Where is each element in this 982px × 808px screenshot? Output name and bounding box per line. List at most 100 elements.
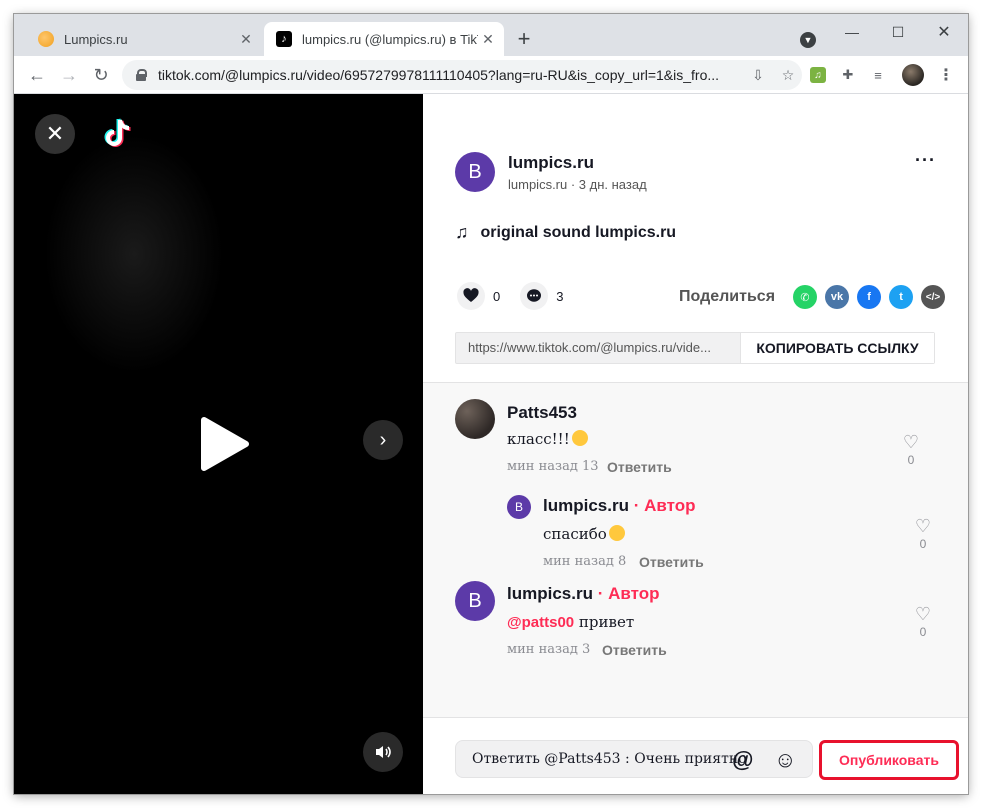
- new-tab-icon[interactable]: +: [512, 28, 536, 52]
- facebook-icon[interactable]: f: [857, 285, 882, 309]
- window-close-icon[interactable]: ✕: [922, 18, 966, 46]
- url-text: tiktok.com/@lumpics.ru/video/69572799781…: [158, 67, 720, 83]
- tab-close-icon[interactable]: ✕: [236, 29, 256, 49]
- commenter-avatar[interactable]: [455, 399, 495, 439]
- post-author: B lumpics.ru lumpics.ru · 3 дн. назад: [455, 152, 647, 192]
- commenter-avatar[interactable]: B: [507, 495, 531, 519]
- tiktok-favicon-icon: ♪: [276, 31, 292, 47]
- play-icon[interactable]: [200, 416, 250, 472]
- smiling-hearts-emoji-icon: [571, 430, 588, 446]
- mention-at-icon[interactable]: @: [732, 747, 753, 773]
- comment-reply-item: B lumpics.ru · Автор спасибо мин назад 8…: [423, 477, 968, 571]
- details-panel: B lumpics.ru lumpics.ru · 3 дн. назад ··…: [423, 94, 968, 794]
- tab-lumpics[interactable]: Lumpics.ru ✕: [26, 22, 262, 56]
- comment-text: класс!!!: [507, 430, 588, 448]
- tab-tiktok[interactable]: ♪ lumpics.ru (@lumpics.ru) в TikTok ✕: [264, 22, 504, 56]
- comment-input-value: Ответить @Patts453 : Очень приятно: [472, 751, 747, 767]
- comment-like[interactable]: ♡ 0: [911, 605, 935, 639]
- volume-icon[interactable]: [363, 732, 403, 772]
- comment-button[interactable]: [520, 282, 549, 310]
- video-frame-glow: [44, 134, 224, 374]
- comments-list[interactable]: Patts453 класс!!! мин назад 13 Ответить …: [423, 382, 968, 717]
- lock-icon: [136, 69, 147, 81]
- music-extension-icon[interactable]: ♫: [810, 67, 826, 83]
- commenter-name[interactable]: lumpics.ru · Автор: [543, 496, 695, 516]
- emoji-smile-icon[interactable]: ☺: [774, 747, 796, 773]
- heart-outline-icon: ♡: [914, 604, 932, 624]
- comment-like-count: 0: [919, 537, 927, 551]
- tab-search-icon[interactable]: ▼: [800, 32, 816, 48]
- more-options-icon[interactable]: ···: [915, 150, 936, 171]
- menu-kebab-icon[interactable]: ⋮: [938, 67, 954, 84]
- author-tag: · Автор: [597, 584, 660, 603]
- comment-text: спасибо: [543, 525, 625, 543]
- comment-text-body: класс!!!: [507, 430, 570, 448]
- back-icon[interactable]: ←: [24, 62, 50, 88]
- commenter-name-text: lumpics.ru: [543, 496, 629, 515]
- publish-button[interactable]: Опубликовать: [819, 740, 959, 780]
- author-name[interactable]: lumpics.ru: [508, 153, 647, 173]
- tab-title: Lumpics.ru: [64, 31, 128, 47]
- grinning-emoji-icon: [608, 525, 625, 541]
- commenter-name-text: lumpics.ru: [507, 584, 593, 603]
- media-control-icon[interactable]: ≡: [870, 67, 886, 83]
- heart-outline-icon: ♡: [914, 516, 932, 536]
- forward-icon[interactable]: →: [56, 62, 82, 88]
- video-player[interactable]: ✕ ›: [14, 94, 423, 794]
- twitter-icon[interactable]: t: [889, 285, 914, 309]
- minimize-icon[interactable]: —: [830, 18, 874, 46]
- next-video-icon[interactable]: ›: [363, 420, 403, 460]
- embed-icon[interactable]: </>: [921, 285, 946, 309]
- author-tag: · Автор: [633, 496, 696, 515]
- heart-outline-icon: ♡: [902, 432, 920, 452]
- share-row: Поделиться ✆ vk f t </>: [679, 285, 946, 309]
- profile-avatar[interactable]: [902, 64, 924, 86]
- comment-composer: Ответить @Patts453 : Очень приятно @ ☺ О…: [423, 717, 968, 794]
- comment-text-body: привет: [574, 613, 635, 631]
- reply-button[interactable]: Ответить: [639, 554, 704, 570]
- author-avatar[interactable]: B: [455, 152, 495, 192]
- sound-link[interactable]: ♫ original sound lumpics.ru: [455, 222, 676, 243]
- browser-window: Lumpics.ru ✕ ♪ lumpics.ru (@lumpics.ru) …: [14, 14, 968, 794]
- comment-text: @patts00 привет: [507, 613, 634, 631]
- comment-like[interactable]: ♡ 0: [911, 517, 935, 551]
- whatsapp-icon[interactable]: ✆: [793, 285, 818, 309]
- page-content: ✕ › B lumpics.ru lumpics.ru · 3 дн. наза…: [14, 94, 968, 794]
- sound-title: original sound lumpics.ru: [480, 223, 677, 241]
- commenter-avatar[interactable]: B: [455, 581, 495, 621]
- copy-link-box: https://www.tiktok.com/@lumpics.ru/vide.…: [455, 332, 935, 364]
- comment-icon: [527, 289, 542, 302]
- comment-item: Patts453 класс!!! мин назад 13 Ответить …: [423, 383, 968, 477]
- music-note-icon: ♫: [455, 222, 469, 242]
- post-stats: 0 3: [457, 282, 583, 310]
- vk-icon[interactable]: vk: [825, 285, 850, 309]
- comment-count: 3: [556, 288, 564, 304]
- comment-like-count: 0: [919, 625, 927, 639]
- comment-time: мин назад 3: [507, 642, 591, 657]
- address-bar[interactable]: tiktok.com/@lumpics.ru/video/69572799781…: [122, 60, 802, 90]
- reload-icon[interactable]: ↻: [88, 62, 114, 88]
- like-count: 0: [493, 288, 501, 304]
- tab-strip: Lumpics.ru ✕ ♪ lumpics.ru (@lumpics.ru) …: [14, 14, 968, 56]
- close-video-icon[interactable]: ✕: [35, 114, 75, 154]
- comment-like-count: 0: [907, 453, 915, 467]
- comment-input[interactable]: Ответить @Patts453 : Очень приятно @ ☺: [455, 740, 813, 778]
- like-button[interactable]: [457, 282, 485, 310]
- heart-icon: [463, 288, 479, 302]
- reply-button[interactable]: Ответить: [602, 642, 667, 658]
- commenter-name[interactable]: Patts453: [507, 403, 577, 423]
- mention-link[interactable]: @patts00: [507, 614, 574, 631]
- commenter-name[interactable]: lumpics.ru · Автор: [507, 584, 659, 604]
- tiktok-logo-icon[interactable]: [100, 116, 136, 152]
- bookmark-star-icon[interactable]: ☆: [780, 67, 796, 83]
- comment-like[interactable]: ♡ 0: [899, 433, 923, 467]
- maximize-icon[interactable]: ☐: [876, 18, 920, 46]
- video-url-field[interactable]: https://www.tiktok.com/@lumpics.ru/vide.…: [456, 333, 740, 363]
- comment-time: мин назад 8: [543, 554, 627, 569]
- reply-button[interactable]: Ответить: [607, 459, 672, 475]
- lumpics-favicon-icon: [38, 31, 54, 47]
- tab-close-icon[interactable]: ✕: [478, 29, 498, 49]
- extensions-puzzle-icon[interactable]: ✚: [840, 67, 856, 83]
- copy-link-button[interactable]: КОПИРОВАТЬ ССЫЛКУ: [740, 333, 934, 363]
- install-app-icon[interactable]: ⇩: [750, 67, 766, 83]
